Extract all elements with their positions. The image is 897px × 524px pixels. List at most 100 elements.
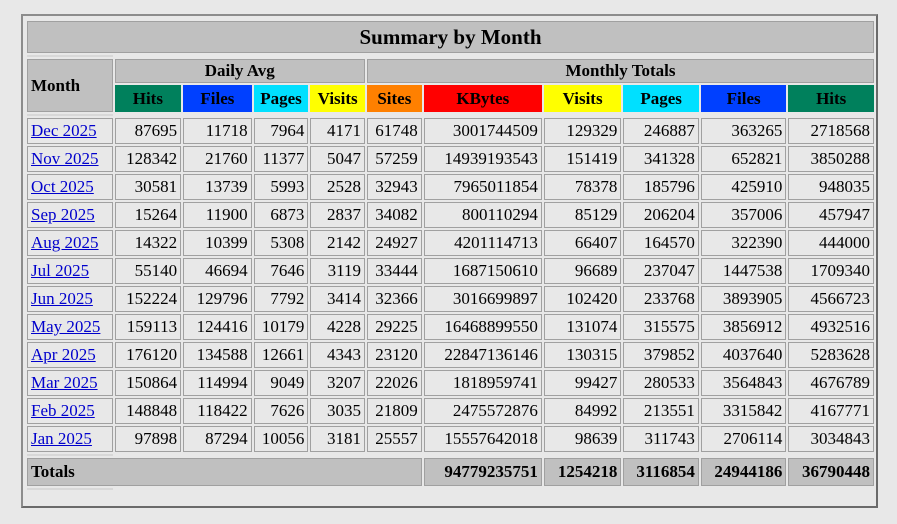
cell-sites: 24927: [366, 230, 422, 256]
table-row: Nov 2025 128342 21760 11377 5047 57259 1493919…: [27, 146, 874, 172]
cell-pages: 315575: [623, 314, 699, 340]
cell-files: 4037640: [700, 342, 787, 368]
cell-kbytes: 1818959741: [423, 370, 542, 396]
monthly-totals-header: Monthly Totals: [366, 59, 874, 83]
cell-d-pages: 6873: [253, 202, 309, 228]
month-link[interactable]: Dec 2025: [31, 121, 97, 140]
cell-visits: 151419: [543, 146, 622, 172]
cell-d-hits: 159113: [114, 314, 182, 340]
totals-row: Totals 94779235751 1254218 3116854 24944…: [27, 458, 874, 486]
cell-visits: 98639: [543, 426, 622, 452]
cell-d-pages: 9049: [253, 370, 309, 396]
cell-d-visits: 4343: [310, 342, 365, 368]
totals-label: Totals: [27, 458, 422, 486]
cell-files: 3315842: [700, 398, 787, 424]
month-cell: Apr 2025: [27, 342, 113, 368]
cell-kbytes: 16468899550: [423, 314, 542, 340]
cell-d-visits: 3207: [310, 370, 365, 396]
cell-hits: 4932516: [788, 314, 874, 340]
cell-d-hits: 15264: [114, 202, 182, 228]
cell-kbytes: 800110294: [423, 202, 542, 228]
month-cell: Mar 2025: [27, 370, 113, 396]
cell-hits: 3850288: [788, 146, 874, 172]
cell-d-visits: 5047: [310, 146, 365, 172]
cell-d-pages: 7626: [253, 398, 309, 424]
cell-pages: 213551: [623, 398, 699, 424]
month-link[interactable]: Nov 2025: [31, 149, 99, 168]
cell-d-visits: 4171: [310, 118, 365, 144]
col-daily-hits: Hits: [114, 85, 182, 112]
cell-sites: 21809: [366, 398, 422, 424]
cell-kbytes: 2475572876: [423, 398, 542, 424]
cell-files: 363265: [700, 118, 787, 144]
cell-d-hits: 176120: [114, 342, 182, 368]
cell-visits: 78378: [543, 174, 622, 200]
cell-pages: 233768: [623, 286, 699, 312]
month-link[interactable]: Apr 2025: [31, 345, 96, 364]
month-link[interactable]: Feb 2025: [31, 401, 95, 420]
totals-hits: 36790448: [788, 458, 874, 486]
cell-d-pages: 7646: [253, 258, 309, 284]
cell-pages: 206204: [623, 202, 699, 228]
col-visits: Visits: [543, 85, 622, 112]
cell-kbytes: 7965011854: [423, 174, 542, 200]
cell-kbytes: 3016699897: [423, 286, 542, 312]
cell-d-files: 11900: [183, 202, 252, 228]
cell-d-files: 87294: [183, 426, 252, 452]
table-row: Mar 2025 150864 114994 9049 3207 22026 1818959…: [27, 370, 874, 396]
month-link[interactable]: Jul 2025: [31, 261, 89, 280]
cell-hits: 948035: [788, 174, 874, 200]
month-link[interactable]: Sep 2025: [31, 205, 95, 224]
cell-d-hits: 97898: [114, 426, 182, 452]
month-link[interactable]: Jan 2025: [31, 429, 92, 448]
month-cell: May 2025: [27, 314, 113, 340]
cell-files: 322390: [700, 230, 787, 256]
col-daily-files: Files: [183, 85, 252, 112]
cell-d-pages: 12661: [253, 342, 309, 368]
cell-files: 425910: [700, 174, 787, 200]
cell-d-pages: 10056: [253, 426, 309, 452]
month-link[interactable]: Aug 2025: [31, 233, 99, 252]
month-cell: Sep 2025: [27, 202, 113, 228]
table-row: Apr 2025 176120 134588 12661 4343 23120 228471…: [27, 342, 874, 368]
cell-kbytes: 4201114713: [423, 230, 542, 256]
col-hits: Hits: [788, 85, 874, 112]
month-link[interactable]: Jun 2025: [31, 289, 93, 308]
month-link[interactable]: Oct 2025: [31, 177, 94, 196]
cell-d-files: 129796: [183, 286, 252, 312]
cell-visits: 66407: [543, 230, 622, 256]
cell-d-visits: 2528: [310, 174, 365, 200]
cell-hits: 2718568: [788, 118, 874, 144]
month-link[interactable]: Mar 2025: [31, 373, 98, 392]
cell-d-hits: 87695: [114, 118, 182, 144]
cell-hits: 5283628: [788, 342, 874, 368]
cell-sites: 32366: [366, 286, 422, 312]
cell-d-visits: 3414: [310, 286, 365, 312]
month-link[interactable]: May 2025: [31, 317, 100, 336]
cell-d-files: 114994: [183, 370, 252, 396]
cell-hits: 3034843: [788, 426, 874, 452]
cell-pages: 237047: [623, 258, 699, 284]
cell-sites: 32943: [366, 174, 422, 200]
cell-d-visits: 3119: [310, 258, 365, 284]
cell-visits: 102420: [543, 286, 622, 312]
col-kbytes: KBytes: [423, 85, 542, 112]
cell-files: 652821: [700, 146, 787, 172]
table-row: Sep 2025 15264 11900 6873 2837 34082 800110294…: [27, 202, 874, 228]
col-files: Files: [700, 85, 787, 112]
col-daily-pages: Pages: [253, 85, 309, 112]
cell-d-visits: 2837: [310, 202, 365, 228]
cell-kbytes: 22847136146: [423, 342, 542, 368]
cell-hits: 1709340: [788, 258, 874, 284]
cell-d-hits: 150864: [114, 370, 182, 396]
cell-d-pages: 11377: [253, 146, 309, 172]
table-row: Feb 2025 148848 118422 7626 3035 21809 2475572…: [27, 398, 874, 424]
cell-kbytes: 3001744509: [423, 118, 542, 144]
cell-kbytes: 1687150610: [423, 258, 542, 284]
month-header: Month: [27, 59, 113, 112]
month-cell: Jul 2025: [27, 258, 113, 284]
daily-avg-header: Daily Avg: [114, 59, 365, 83]
cell-files: 1447538: [700, 258, 787, 284]
cell-visits: 130315: [543, 342, 622, 368]
cell-pages: 164570: [623, 230, 699, 256]
